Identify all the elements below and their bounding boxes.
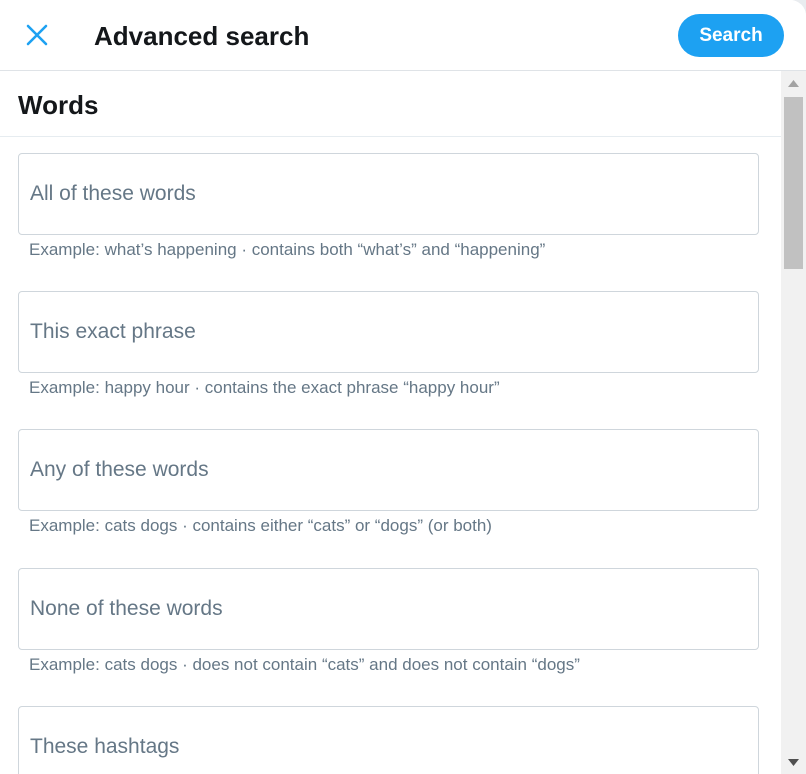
advanced-search-dialog: Advanced search Search Words Example: wh… (0, 0, 806, 774)
none-words-input[interactable] (19, 569, 758, 649)
dialog-content: Words Example: what’s happening · contai… (0, 71, 781, 774)
close-icon (26, 24, 48, 46)
all-words-field[interactable] (18, 153, 759, 235)
scroll-up-button[interactable] (781, 71, 806, 95)
scrollbar-thumb[interactable] (784, 97, 803, 269)
vertical-scrollbar[interactable] (781, 71, 806, 774)
triangle-down-icon (788, 758, 799, 766)
search-button[interactable]: Search (678, 14, 784, 57)
exact-phrase-field[interactable] (18, 291, 759, 373)
triangle-up-icon (788, 79, 799, 87)
any-words-field[interactable] (18, 429, 759, 511)
exact-phrase-hint: Example: happy hour · contains the exact… (29, 378, 500, 397)
dialog-title: Advanced search (94, 21, 310, 51)
section-title-words: Words (18, 90, 99, 120)
none-words-hint: Example: cats dogs · does not contain “c… (29, 655, 580, 674)
exact-phrase-input[interactable] (19, 292, 758, 372)
all-words-hint: Example: what’s happening · contains bot… (29, 240, 546, 259)
any-words-input[interactable] (19, 430, 758, 510)
dialog-header: Advanced search Search (0, 0, 806, 71)
all-words-input[interactable] (19, 154, 758, 234)
section-divider (0, 136, 781, 137)
none-words-field[interactable] (18, 568, 759, 650)
hashtags-input[interactable] (19, 707, 758, 774)
scroll-down-button[interactable] (781, 750, 806, 774)
close-button[interactable] (17, 15, 57, 55)
any-words-hint: Example: cats dogs · contains either “ca… (29, 516, 492, 535)
hashtags-field[interactable] (18, 706, 759, 774)
